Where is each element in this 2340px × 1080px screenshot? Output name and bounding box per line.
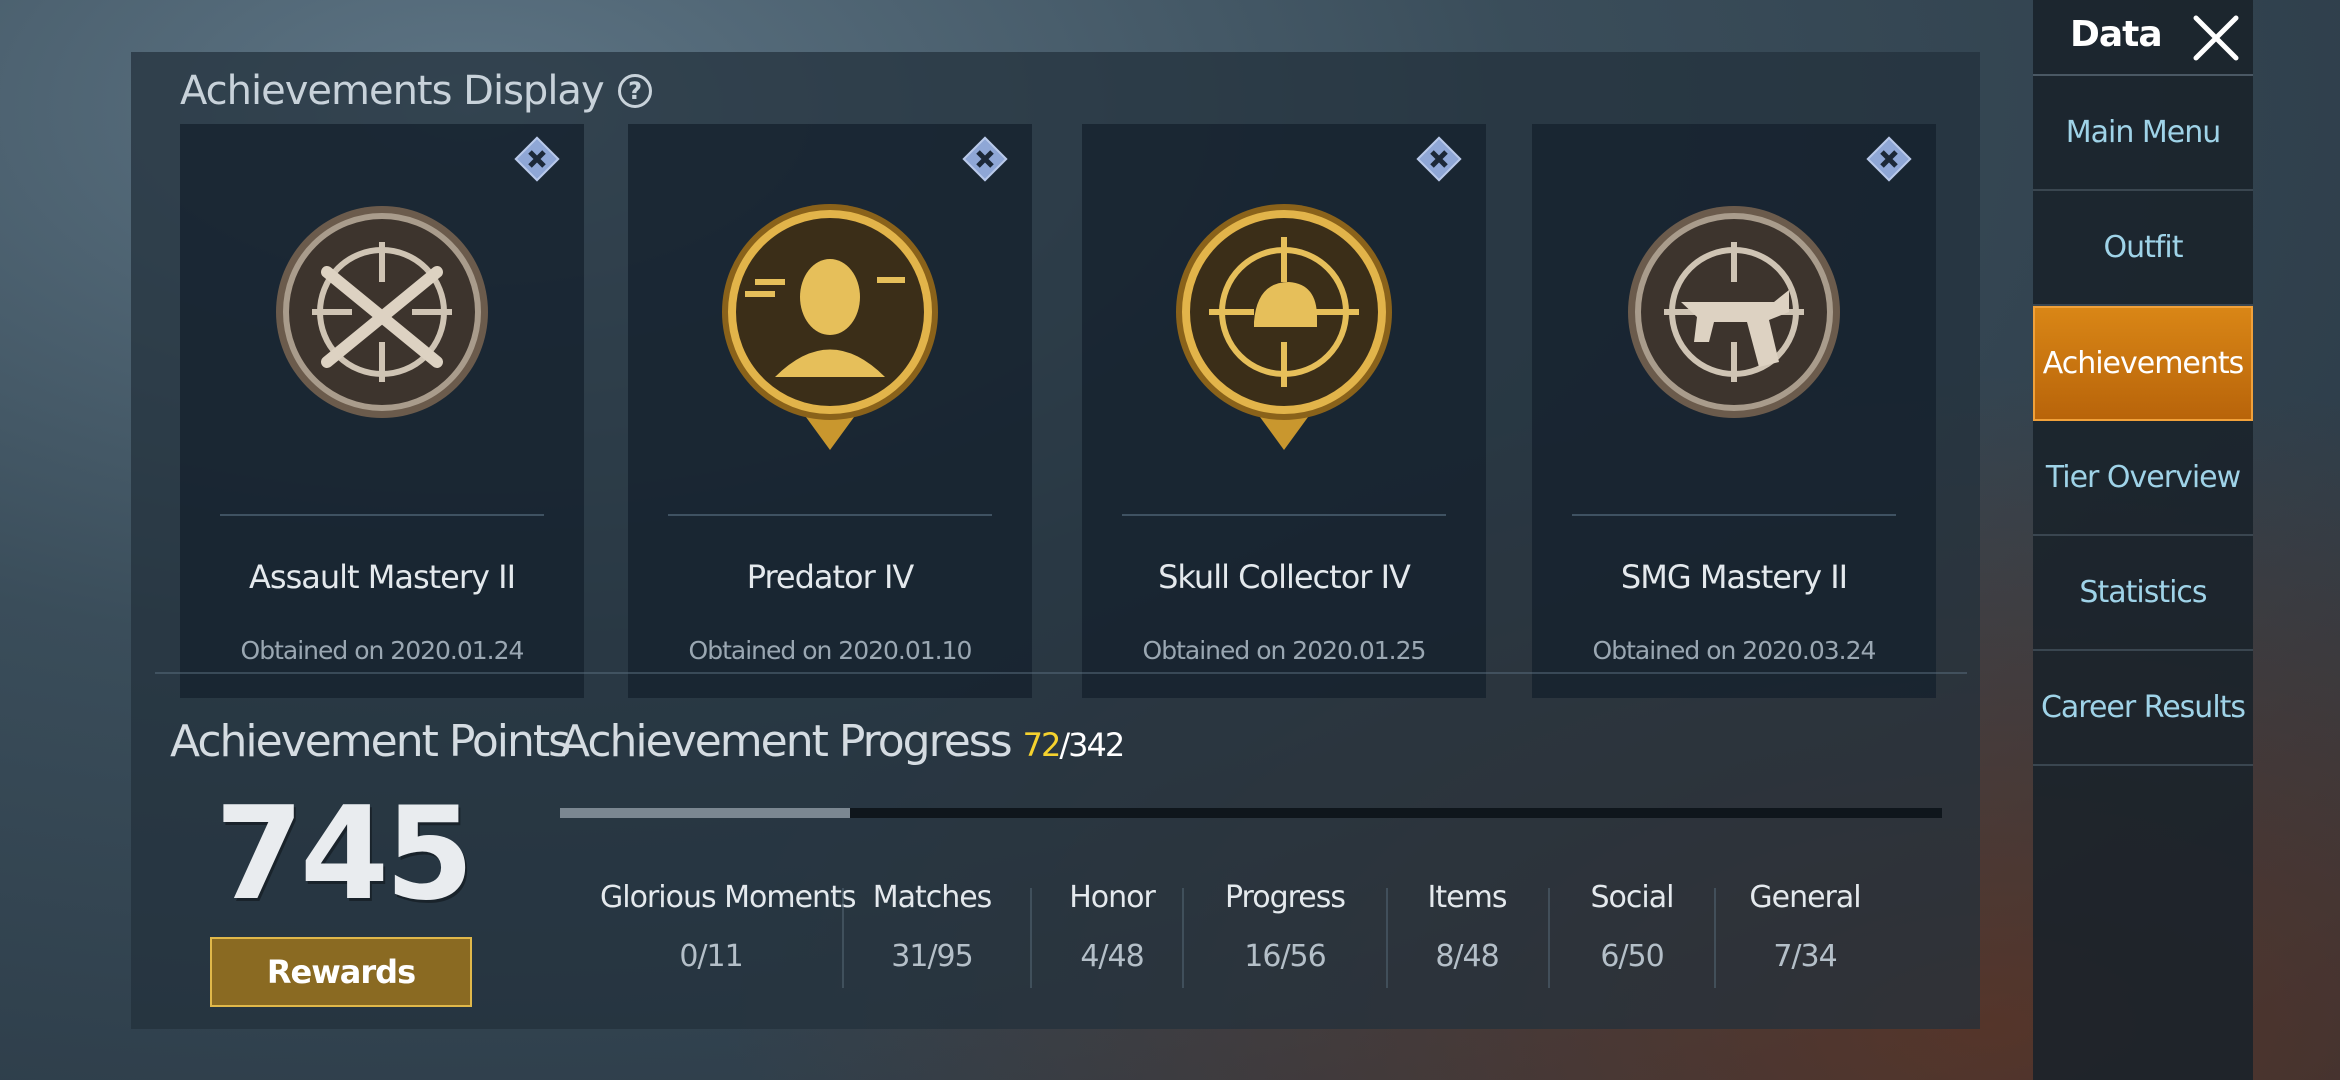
category-separator <box>1714 888 1716 988</box>
achievement-progress-title: Achievement Progress <box>560 716 1013 767</box>
category-value: 31/95 <box>891 939 973 974</box>
category-glorious-moments[interactable]: Glorious Moments 0/11 <box>600 880 856 974</box>
card-divider <box>1572 514 1896 516</box>
helmet-crosshair-icon <box>1176 204 1392 450</box>
remove-icon[interactable] <box>960 134 1010 184</box>
achievement-card[interactable]: SMG Mastery II Obtained on 2020.03.24 <box>1532 124 1936 698</box>
sidebar-title: Data <box>2070 14 2163 55</box>
achievement-card[interactable]: Skull Collector IV Obtained on 2020.01.2… <box>1082 124 1486 698</box>
category-items[interactable]: Items 8/48 <box>1412 880 1522 974</box>
achievement-name: Skull Collector IV <box>1158 558 1411 596</box>
achievement-points-value: 745 <box>214 780 474 929</box>
achievement-progress-header: Achievement Progress 72/342 <box>560 716 1126 767</box>
category-separator <box>1030 888 1032 988</box>
category-value: 0/11 <box>679 939 743 974</box>
question-circle-icon[interactable]: ? <box>617 74 652 108</box>
achievements-display-title: Achievements Display <box>180 68 605 114</box>
category-label: Glorious Moments <box>600 880 856 915</box>
rewards-button[interactable]: Rewards <box>210 937 472 1007</box>
remove-icon[interactable] <box>512 134 562 184</box>
sidebar-item-achievements[interactable]: Achievements <box>2033 306 2253 421</box>
progress-bar <box>560 808 1942 818</box>
progress-bar-fill <box>560 808 850 818</box>
smg-crosshair-icon <box>1628 206 1840 418</box>
category-value: 8/48 <box>1435 939 1499 974</box>
sidebar-item-tier-overview[interactable]: Tier Overview <box>2033 421 2253 536</box>
category-matches[interactable]: Matches 31/95 <box>862 880 1002 974</box>
close-icon[interactable] <box>2190 12 2242 64</box>
achievement-date: Obtained on 2020.01.10 <box>688 636 973 665</box>
achievement-date: Obtained on 2020.03.24 <box>1592 636 1877 665</box>
category-label: Honor <box>1069 880 1156 915</box>
achievement-progress-count: 72/342 <box>1022 726 1126 764</box>
sidebar-item-main-menu[interactable]: Main Menu <box>2033 76 2253 191</box>
achievement-card[interactable]: Predator IV Obtained on 2020.01.10 <box>628 124 1032 698</box>
section-divider <box>155 672 1967 674</box>
achievement-name: Predator IV <box>746 558 915 596</box>
crossed-rifles-crosshair-icon <box>276 206 488 418</box>
progress-total: /342 <box>1059 726 1125 764</box>
category-progress[interactable]: Progress 16/56 <box>1210 880 1360 974</box>
category-value: 16/56 <box>1244 939 1326 974</box>
category-social[interactable]: Social 6/50 <box>1572 880 1692 974</box>
achievements-display-header: Achievements Display ? <box>180 68 652 114</box>
sidebar-item-outfit[interactable]: Outfit <box>2033 191 2253 306</box>
category-value: 6/50 <box>1600 939 1664 974</box>
card-divider <box>220 514 544 516</box>
category-separator <box>1182 888 1184 988</box>
sidebar-item-statistics[interactable]: Statistics <box>2033 536 2253 651</box>
remove-icon[interactable] <box>1864 134 1914 184</box>
achievement-card[interactable]: Assault Mastery II Obtained on 2020.01.2… <box>180 124 584 698</box>
achievement-date: Obtained on 2020.01.25 <box>1142 636 1427 665</box>
achievement-name: SMG Mastery II <box>1620 558 1848 596</box>
remove-icon[interactable] <box>1414 134 1464 184</box>
category-value: 7/34 <box>1773 939 1837 974</box>
category-separator <box>1548 888 1550 988</box>
category-label: Items <box>1427 880 1508 915</box>
category-separator <box>1386 888 1388 988</box>
category-label: General <box>1749 880 1861 915</box>
category-value: 4/48 <box>1080 939 1144 974</box>
sidebar-item-career-results[interactable]: Career Results <box>2033 651 2253 766</box>
category-label: Progress <box>1224 880 1346 915</box>
card-divider <box>1122 514 1446 516</box>
achievement-date: Obtained on 2020.01.24 <box>240 636 525 665</box>
category-label: Social <box>1590 880 1675 915</box>
category-label: Matches <box>872 880 993 915</box>
achievement-points-label: Achievement Points <box>170 716 571 767</box>
card-divider <box>668 514 992 516</box>
achievement-name: Assault Mastery II <box>249 558 516 596</box>
category-honor[interactable]: Honor 4/48 <box>1052 880 1172 974</box>
player-head-icon <box>722 204 938 450</box>
progress-current: 72 <box>1022 726 1062 764</box>
category-separator <box>842 888 844 988</box>
category-general[interactable]: General 7/34 <box>1740 880 1870 974</box>
